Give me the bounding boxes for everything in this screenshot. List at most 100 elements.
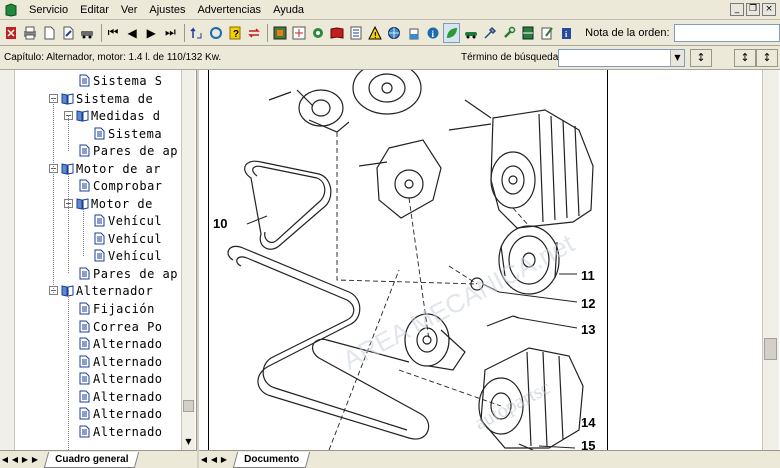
tree-item[interactable]: Sistema S [78,72,163,89]
scroll-down-arrow-icon[interactable]: ▼ [183,437,194,448]
print-icon[interactable] [21,23,38,43]
tree-view[interactable]: Sistema S − Sistema de − Medidas d Sistema Par… [16,70,180,450]
doc-tab-next-icon[interactable]: ▶ [219,454,229,466]
tree-item[interactable]: Sistema [93,125,162,142]
tree-item[interactable]: Correa Po [78,318,163,335]
vehicle-icon[interactable] [79,23,96,43]
tree-item[interactable]: Comprobar [78,177,163,194]
new-document-icon[interactable] [40,23,57,43]
menu-ayuda[interactable]: Ayuda [267,0,310,20]
warning-icon[interactable]: ! [367,23,384,43]
document-icon [78,337,91,351]
green-car-icon[interactable] [462,23,479,43]
menu-servicio[interactable]: Servicio [23,0,74,20]
tree-item[interactable]: Pares de ap [78,142,178,159]
tree-item[interactable]: Alternado [78,405,163,422]
document-scroll-thumb[interactable] [764,338,777,360]
doc-tab-prev-icon[interactable]: ◀ [209,454,219,466]
swap-icon[interactable] [245,23,262,43]
tree-item[interactable]: Alternado [78,353,163,370]
tree-item[interactable]: − Sistema de [49,90,153,107]
tab-cuadro-general[interactable]: Cuadro general [43,451,140,468]
tree-item[interactable]: Alternado [78,388,163,405]
next-page-icon[interactable]: ▶ [143,23,160,43]
document-scrollbar[interactable] [762,70,779,450]
last-page-icon[interactable]: ⏭ [162,23,179,43]
tab-next-icon[interactable]: ▶ [20,454,30,466]
tab-first-icon[interactable]: ◀ [0,454,10,466]
previous-page-icon[interactable]: ◀ [124,23,141,43]
tab-documento-label: Documento [244,453,300,465]
menu-editar[interactable]: Editar [74,0,115,20]
search-back-button[interactable]: ↕ [690,49,712,67]
info-icon[interactable]: i [424,23,441,43]
globe-icon[interactable] [386,23,403,43]
search-next-button[interactable]: ↕ [734,49,756,67]
doc-tab-first-icon[interactable]: ◀ [199,454,209,466]
refresh-icon[interactable] [207,23,224,43]
document-pane: 10 11 12 13 14 15 AREA MECANICA.net auto… [199,70,780,450]
tree-scrollbar[interactable]: ▼ [181,70,195,450]
callout-10: 10 [213,216,227,231]
toolbar-separator [100,23,102,42]
chevron-down-icon[interactable]: ▼ [670,50,684,66]
tree-item[interactable]: Pares de ap [78,265,178,282]
circuit-icon[interactable] [290,23,307,43]
tree-item[interactable]: Vehícul [93,247,162,264]
book-info-icon[interactable]: i [558,23,575,43]
document-icon [78,320,91,334]
leaf-icon[interactable] [443,22,461,43]
menu-ajustes[interactable]: Ajustes [143,0,191,20]
close-button[interactable]: × [762,3,776,16]
callout-13: 13 [581,322,595,337]
tree-item-label: Alternado [93,424,163,439]
chapter-title: Capítulo: Alternador, motor: 1.4 l. de 1… [4,52,222,63]
tab-documento[interactable]: Documento [232,451,311,468]
book-icon [76,109,89,123]
cabinet-icon[interactable] [520,23,537,43]
tree-item[interactable]: Alternado [78,335,163,352]
tree-item[interactable]: − Motor de [64,195,153,212]
book-icon [61,92,74,106]
callout-12: 12 [581,296,595,311]
jump-up-icon[interactable] [188,23,205,43]
tools-icon[interactable] [482,23,499,43]
search-prev-button[interactable]: ↕ [756,49,778,67]
order-note-input[interactable] [673,23,780,42]
tree-item-label: Sistema S [93,73,163,88]
wrench-icon[interactable] [501,23,518,43]
engine-icon[interactable] [309,23,326,43]
fluid-icon[interactable] [405,23,422,43]
note-edit-icon[interactable] [539,23,556,43]
edit-document-icon[interactable] [59,23,76,43]
tree-guide-line [53,98,54,293]
tree-item-label: Medidas d [91,108,161,123]
component-icon[interactable] [271,23,288,43]
tree-item[interactable]: Vehícul [93,230,162,247]
tree-item[interactable]: Alternado [78,423,163,440]
exit-icon[interactable] [2,23,19,43]
menu-ver[interactable]: Ver [115,0,144,20]
help-icon[interactable]: ? [226,23,243,43]
first-page-icon[interactable]: ⏮ [104,23,121,43]
tab-prev-icon[interactable]: ◀ [10,454,20,466]
tree-item-label: Correa Po [93,319,163,334]
list-icon[interactable] [348,23,365,43]
search-combo[interactable]: ▼ [558,49,685,67]
manual-icon[interactable] [329,23,346,43]
tree-item[interactable]: − Medidas d [64,107,161,124]
tree-item[interactable]: − Motor de ar [49,160,161,177]
tree-scroll-thumb[interactable] [183,400,194,412]
tree-item-label: Alternado [93,336,163,351]
tree-item[interactable]: Alternado [78,370,163,387]
restore-button[interactable]: ❐ [746,3,760,16]
tree-item[interactable]: Fijación [78,300,155,317]
left-gutter [0,70,15,450]
tree-item[interactable]: Vehícul [93,212,162,229]
menu-advertencias[interactable]: Advertencias [191,0,267,20]
tab-last-icon[interactable]: ▶ [30,454,40,466]
minimize-button[interactable]: _ [730,3,744,16]
tree-item[interactable]: − Alternador [49,282,153,299]
tree-item-label: Fijación [93,301,155,316]
tree-pane: Sistema S − Sistema de − Medidas d Sistema Par… [0,70,197,468]
